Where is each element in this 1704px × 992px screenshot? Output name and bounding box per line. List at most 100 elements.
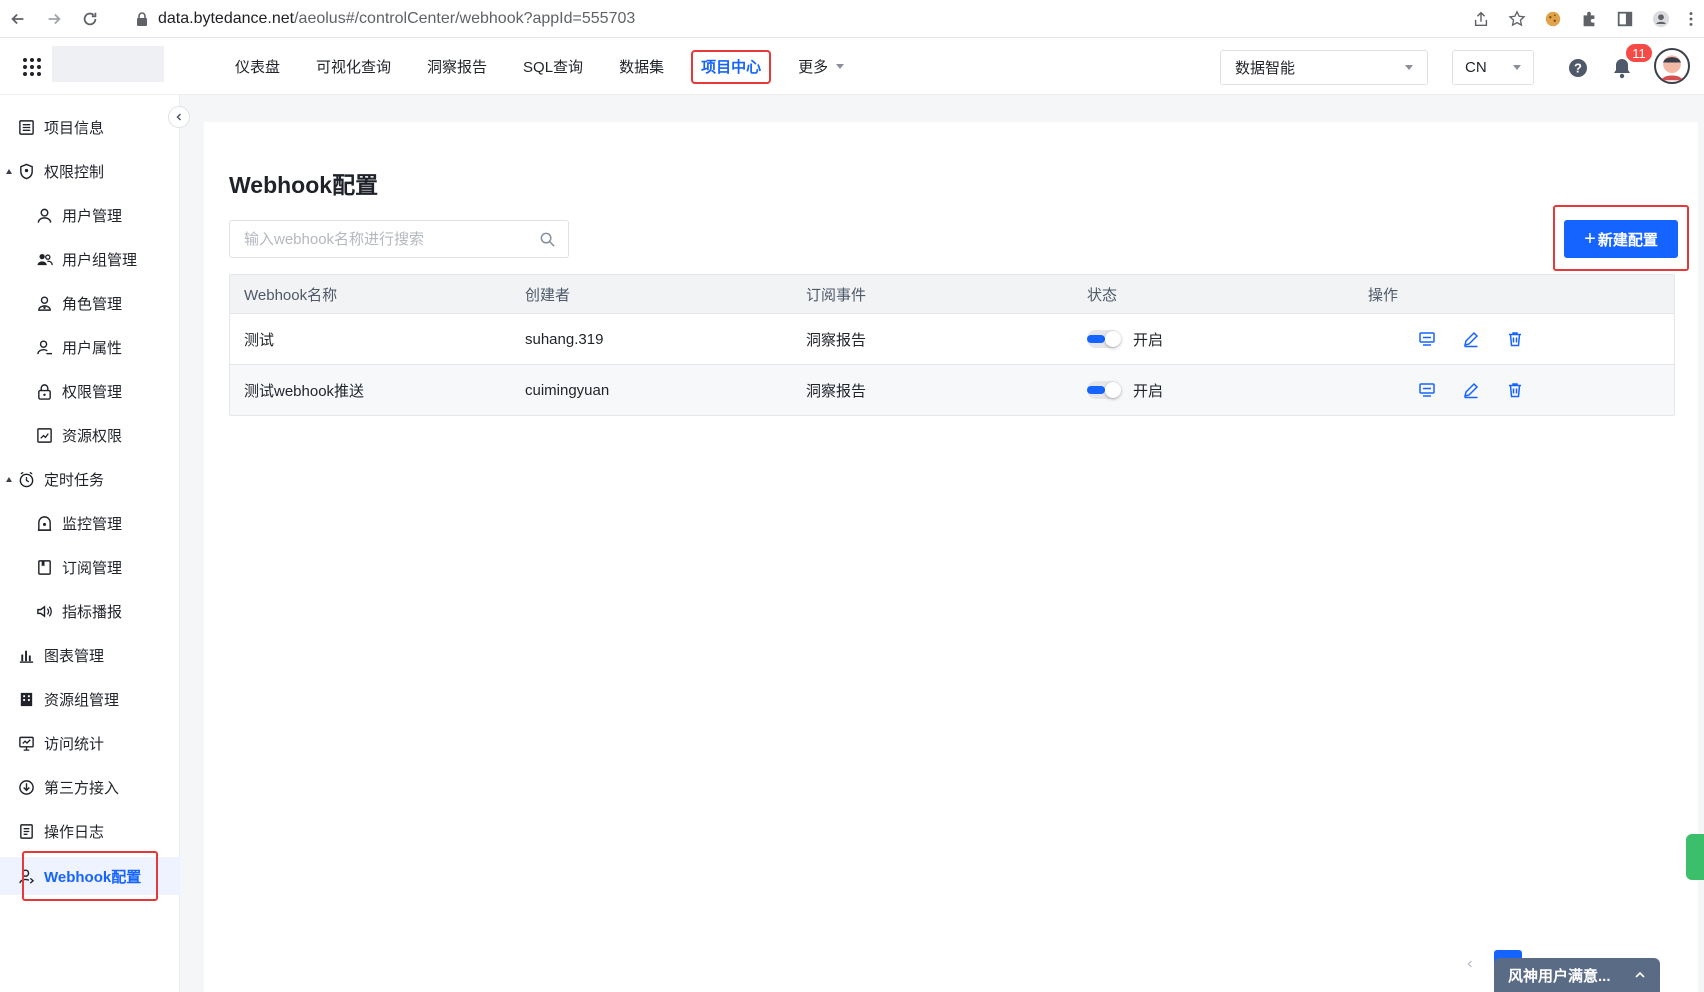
sidebar-item-label: 操作日志 (44, 823, 105, 841)
resource-icon (37, 427, 52, 443)
sidebar-item-label: 访问统计 (44, 735, 105, 753)
address-bar[interactable]: data.bytedance.net/aeolus#/controlCenter… (124, 4, 1544, 34)
sidepanel-icon[interactable] (1616, 10, 1634, 28)
arrow-left-icon (11, 13, 24, 24)
sidebar-item-access-statistics[interactable]: 访问统计 (0, 724, 180, 762)
sidebar-item-permission-control[interactable]: 权限控制 (0, 152, 180, 190)
chevron-left-icon (176, 113, 182, 121)
share-icon[interactable] (1472, 10, 1490, 28)
forward-button[interactable] (36, 0, 72, 38)
lock-icon (38, 383, 51, 400)
new-config-button[interactable]: + 新建配置 (1564, 220, 1678, 258)
nav-insight-report[interactable]: 洞察报告 (418, 50, 496, 84)
product-logo[interactable] (52, 46, 164, 82)
nav-more[interactable]: 更多 (789, 50, 853, 84)
nav-label: 数据集 (619, 59, 665, 76)
role-icon (38, 295, 51, 311)
user-icon (37, 208, 52, 223)
nav-label: 可视化查询 (316, 59, 392, 76)
sidebar-item-monitor-management[interactable]: 监控管理 (0, 504, 180, 542)
sidebar-item-user-management[interactable]: 用户管理 (0, 196, 180, 234)
search-icon[interactable] (539, 231, 556, 248)
space-select[interactable]: 数据智能 (1220, 50, 1428, 85)
sidebar-item-label: 权限控制 (44, 163, 105, 181)
survey-popup[interactable]: 风神用户满意... (1494, 958, 1660, 992)
sidebar-item-label: 资源组管理 (44, 691, 120, 709)
nav-dashboard[interactable]: 仪表盘 (226, 50, 289, 84)
sidebar-item-chart-management[interactable]: 图表管理 (0, 636, 180, 674)
sidebar-item-webhook-config[interactable]: Webhook配置 (0, 851, 180, 901)
url-host: data.bytedance.net (158, 10, 295, 27)
sidebar-item-label: 角色管理 (62, 295, 123, 313)
cell-status: 开启 (1073, 329, 1354, 350)
log-icon (20, 823, 33, 839)
preview-icon[interactable] (1418, 381, 1436, 399)
cookie-icon[interactable] (1544, 10, 1562, 28)
sidebar-item-label: 图表管理 (44, 647, 105, 665)
sidebar-item-operation-log[interactable]: 操作日志 (0, 812, 180, 850)
preview-icon[interactable] (1418, 330, 1436, 348)
status-toggle[interactable] (1087, 381, 1121, 399)
profile-icon[interactable] (1652, 10, 1670, 28)
reload-button[interactable] (72, 0, 108, 38)
sidebar-item-resource-group-management[interactable]: 资源组管理 (0, 680, 180, 718)
sidebar-item-resource-permission[interactable]: 资源权限 (0, 416, 180, 454)
nav-dataset[interactable]: 数据集 (610, 50, 673, 84)
language-select[interactable]: CN (1452, 50, 1534, 85)
sidebar-collapse-button[interactable] (168, 106, 190, 128)
nav-project-center[interactable]: 项目中心 (691, 49, 772, 84)
screen-icon (19, 736, 34, 751)
delete-icon[interactable] (1506, 330, 1524, 348)
chevron-up-icon[interactable] (1634, 969, 1646, 981)
sidebar-item-subscription-management[interactable]: 订阅管理 (0, 548, 180, 586)
back-button[interactable] (0, 0, 36, 38)
feedback-tab[interactable] (1686, 834, 1704, 880)
kebab-menu-icon[interactable] (1688, 10, 1694, 28)
puzzle-icon[interactable] (1580, 10, 1598, 28)
page-title: Webhook配置 (229, 172, 379, 198)
plus-icon: + (1584, 227, 1596, 250)
bookmark-icon (38, 559, 51, 575)
cell-name: 测试 (244, 331, 275, 349)
status-toggle[interactable] (1087, 330, 1121, 348)
sidebar-item-user-attributes[interactable]: 用户属性 (0, 328, 180, 366)
nav-sql-query[interactable]: SQL查询 (514, 50, 592, 84)
browser-extensions (1472, 4, 1694, 34)
sidebar-item-label: 用户管理 (62, 207, 123, 225)
top-nav: 仪表盘 可视化查询 洞察报告 SQL查询 数据集 项目中心 更多 (226, 38, 871, 95)
sidebar-item-user-group-management[interactable]: 用户组管理 (0, 240, 180, 278)
search-box[interactable] (229, 220, 569, 258)
sidebar-item-permission-management[interactable]: 权限管理 (0, 372, 180, 410)
prev-page-button[interactable] (1456, 950, 1484, 978)
status-label: 开启 (1133, 382, 1164, 400)
sidebar-item-third-party-integration[interactable]: 第三方接入 (0, 768, 180, 806)
cell-event: 洞察报告 (806, 331, 867, 349)
svg-text:?: ? (1574, 61, 1582, 76)
edit-icon[interactable] (1462, 330, 1480, 348)
sidebar-item-project-info[interactable]: 项目信息 (0, 108, 180, 146)
table-row: 测试webhook推送 cuimingyuan 洞察报告 开启 (230, 364, 1674, 415)
edit-icon[interactable] (1462, 381, 1480, 399)
sidebar-item-metric-broadcast[interactable]: 指标播报 (0, 592, 180, 630)
nav-label: SQL查询 (523, 59, 584, 76)
sidebar-item-scheduled-tasks[interactable]: 定时任务 (0, 460, 180, 498)
sidebar-item-label: 订阅管理 (62, 559, 123, 577)
cell-actions (1354, 381, 1674, 399)
help-icon[interactable]: ? (1568, 58, 1588, 78)
building-icon (20, 692, 33, 706)
star-icon[interactable] (1508, 10, 1526, 28)
monitor-icon (37, 515, 52, 531)
column-header-name: Webhook名称 (244, 286, 338, 304)
survey-label: 风神用户满意... (1508, 967, 1611, 985)
avatar[interactable] (1654, 48, 1690, 84)
sidebar-item-role-management[interactable]: 角色管理 (0, 284, 180, 322)
app-header: 仪表盘 可视化查询 洞察报告 SQL查询 数据集 项目中心 更多 数据智能 CN… (0, 38, 1704, 95)
nav-visual-query[interactable]: 可视化查询 (307, 50, 400, 84)
sidebar-item-label: 用户属性 (62, 339, 123, 357)
speaker-icon (37, 604, 52, 618)
search-input[interactable] (242, 229, 539, 249)
delete-icon[interactable] (1506, 381, 1524, 399)
sidebar-item-label: 指标播报 (62, 603, 123, 621)
download-icon (19, 779, 34, 795)
app-grid-icon[interactable] (22, 57, 42, 77)
